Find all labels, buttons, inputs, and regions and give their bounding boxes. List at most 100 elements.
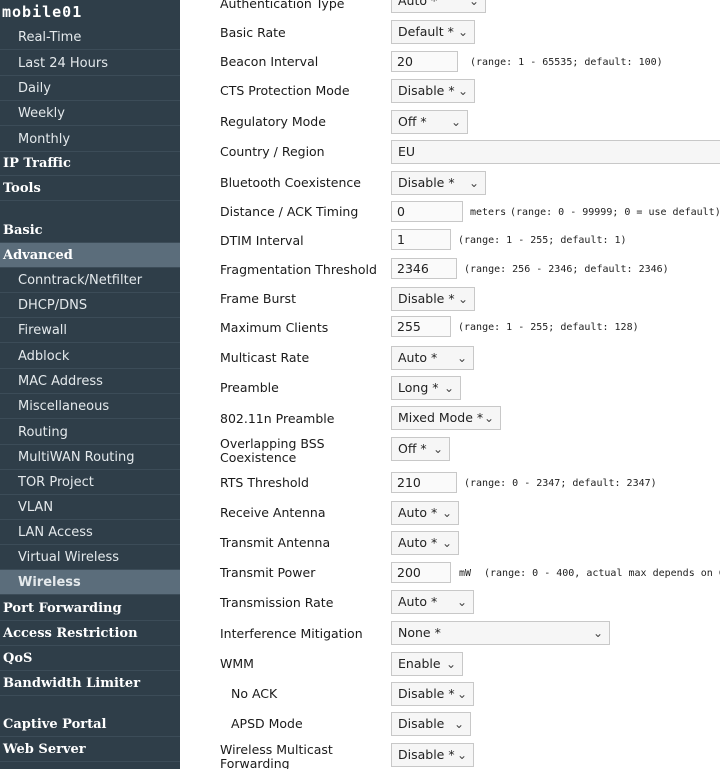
setting-label-fragmentation-threshold: Fragmentation Threshold <box>220 262 377 277</box>
setting-label-transmit-antenna: Transmit Antenna <box>220 535 331 550</box>
sidebar-item-virtual-wireless[interactable]: Virtual Wireless <box>0 545 180 570</box>
chevron-down-icon: ⌄ <box>441 536 452 550</box>
sidebar-item-dhcp-dns[interactable]: DHCP/DNS <box>0 293 180 318</box>
setting-label-cts-protection-mode: CTS Protection Mode <box>220 83 350 98</box>
cts-protection-mode-select[interactable]: Disable * ⌄ <box>391 79 475 103</box>
select-value: Disable <box>398 716 445 731</box>
interference-mitigation-select[interactable]: None * ⌄ <box>391 621 610 645</box>
wireless-multicast-forwarding-select[interactable]: Disable * ⌄ <box>391 743 474 767</box>
multicast-rate-select[interactable]: Auto * ⌄ <box>391 346 474 370</box>
setting-label-bluetooth-coexistence: Bluetooth Coexistence <box>220 175 361 190</box>
sidebar-item-real-time[interactable]: Real-Time <box>0 25 180 50</box>
setting-label-maximum-clients: Maximum Clients <box>220 320 329 335</box>
sidebar-item-mac-address[interactable]: MAC Address <box>0 369 180 394</box>
transmit-antenna-select[interactable]: Auto * ⌄ <box>391 531 459 555</box>
overlapping-bss-coexistence-select[interactable]: Off * ⌄ <box>391 437 450 461</box>
sidebar-item-last-24-hours[interactable]: Last 24 Hours <box>0 51 180 76</box>
setting-label-multicast-rate: Multicast Rate <box>220 350 310 365</box>
transmission-rate-select[interactable]: Auto * ⌄ <box>391 590 474 614</box>
setting-label-apsd-mode: APSD Mode <box>231 716 303 731</box>
select-value: Auto * <box>398 505 438 520</box>
select-value: Disable * <box>398 291 455 306</box>
sidebar-item-adblock[interactable]: Adblock <box>0 344 180 369</box>
setting-label-wmm: WMM <box>220 656 254 671</box>
chevron-down-icon: ⌄ <box>456 687 467 701</box>
setting-label-preamble: Preamble <box>220 380 279 395</box>
sidebar-item-firewall[interactable]: Firewall <box>0 318 180 343</box>
setting-label-802-11n-preamble: 802.11n Preamble <box>220 411 335 426</box>
sidebar-item-qos[interactable]: QoS <box>0 646 180 671</box>
chevron-down-icon: ⌄ <box>592 626 603 640</box>
select-value: Disable * <box>398 747 455 762</box>
setting-label-no-ack: No ACK <box>231 686 278 701</box>
sidebar-item-vlan[interactable]: VLAN <box>0 495 180 520</box>
sidebar-item-ip-traffic[interactable]: IP Traffic <box>0 151 180 176</box>
sidebar-item-web-server[interactable]: Web Server <box>0 737 180 762</box>
select-value: Auto * <box>398 535 438 550</box>
sidebar-item-daily[interactable]: Daily <box>0 76 180 101</box>
authentication-type-select[interactable]: Auto * ⌄ <box>391 0 486 13</box>
select-value: Disable * <box>398 83 455 98</box>
select-value: Off * <box>398 114 427 129</box>
preamble-select[interactable]: Long * ⌄ <box>391 376 461 400</box>
select-value: Auto * <box>398 350 438 365</box>
setting-label-beacon-interval: Beacon Interval <box>220 54 319 69</box>
chevron-down-icon: ⌄ <box>441 506 452 520</box>
chevron-down-icon: ⌄ <box>443 381 454 395</box>
select-value: Default * <box>398 24 454 39</box>
beacon-interval-input[interactable]: 20 <box>391 51 458 72</box>
distance-ack-timing-hint: (range: 0 - 99999; 0 = use default) <box>510 207 720 218</box>
dtim-interval-input[interactable]: 1 <box>391 229 451 250</box>
rts-threshold-input[interactable]: 210 <box>391 472 457 493</box>
sidebar-item-port-forwarding[interactable]: Port Forwarding <box>0 596 180 621</box>
setting-label-basic-rate: Basic Rate <box>220 25 286 40</box>
frame-burst-select[interactable]: Disable * ⌄ <box>391 287 475 311</box>
sidebar-item-captive-portal[interactable]: Captive Portal <box>0 712 180 737</box>
setting-label-authentication-type: Authentication Type <box>220 0 345 11</box>
maximum-clients-input[interactable]: 255 <box>391 316 451 337</box>
sidebar-item-routing[interactable]: Routing <box>0 420 180 445</box>
sidebar-item-advanced[interactable]: Advanced <box>0 243 180 268</box>
setting-label-distance-ack-timing: Distance / ACK Timing <box>220 204 359 219</box>
basic-rate-select[interactable]: Default * ⌄ <box>391 20 475 44</box>
sidebar-item-multiwan-routing[interactable]: MultiWAN Routing <box>0 445 180 470</box>
transmit-power-hint: (range: 0 - 400, actual max depends on C… <box>484 568 720 579</box>
chevron-down-icon: ⌄ <box>450 115 461 129</box>
sidebar-item-access-restriction[interactable]: Access Restriction <box>0 621 180 646</box>
dtim-interval-hint: (range: 1 - 255; default: 1) <box>458 235 627 246</box>
sidebar-item-conntrack-netfilter[interactable]: Conntrack/Netfilter <box>0 268 180 293</box>
sidebar-item-basic[interactable]: Basic <box>0 218 180 243</box>
select-value: Enable <box>398 656 441 671</box>
sidebar-item-wireless[interactable]: Wireless <box>0 570 180 595</box>
chevron-down-icon: ⌄ <box>468 0 479 8</box>
beacon-interval-hint: (range: 1 - 65535; default: 100) <box>470 57 663 68</box>
settings-panel: Authentication Type Auto * ⌄ Basic Rate D… <box>180 0 720 769</box>
chevron-down-icon: ⌄ <box>457 84 468 98</box>
sidebar-item-weekly[interactable]: Weekly <box>0 101 180 126</box>
sidebar-item-miscellaneous[interactable]: Miscellaneous <box>0 394 180 419</box>
fragmentation-threshold-input[interactable]: 2346 <box>391 258 457 279</box>
regulatory-mode-select[interactable]: Off * ⌄ <box>391 110 468 134</box>
country-region-select[interactable]: EU⌄ <box>391 140 720 164</box>
802-11n-preamble-select[interactable]: Mixed Mode * ⌄ <box>391 406 501 430</box>
apsd-mode-select[interactable]: Disable ⌄ <box>391 712 471 736</box>
setting-label-receive-antenna: Receive Antenna <box>220 505 326 520</box>
no-ack-select[interactable]: Disable * ⌄ <box>391 682 474 706</box>
receive-antenna-select[interactable]: Auto * ⌄ <box>391 501 459 525</box>
fragmentation-threshold-hint: (range: 256 - 2346; default: 2346) <box>464 264 669 275</box>
sidebar-item-bandwidth-limiter[interactable]: Bandwidth Limiter <box>0 671 180 696</box>
transmit-power-input[interactable]: 200 <box>391 562 451 583</box>
select-value: None * <box>398 625 441 640</box>
maximum-clients-hint: (range: 1 - 255; default: 128) <box>458 322 639 333</box>
chevron-down-icon: ⌄ <box>456 748 467 762</box>
wmm-select[interactable]: Enable ⌄ <box>391 652 463 676</box>
sidebar: mobile01 Real-Time Last 24 Hours Daily W… <box>0 0 180 769</box>
distance-ack-timing-input[interactable]: 0 <box>391 201 463 222</box>
bluetooth-coexistence-select[interactable]: Disable * ⌄ <box>391 171 486 195</box>
sidebar-item-monthly[interactable]: Monthly <box>0 127 180 152</box>
setting-label-regulatory-mode: Regulatory Mode <box>220 114 326 129</box>
transmit-power-unit: mW <box>459 568 472 579</box>
sidebar-item-tor-project[interactable]: TOR Project <box>0 470 180 495</box>
sidebar-item-tools[interactable]: Tools <box>0 176 180 201</box>
sidebar-item-lan-access[interactable]: LAN Access <box>0 520 180 545</box>
